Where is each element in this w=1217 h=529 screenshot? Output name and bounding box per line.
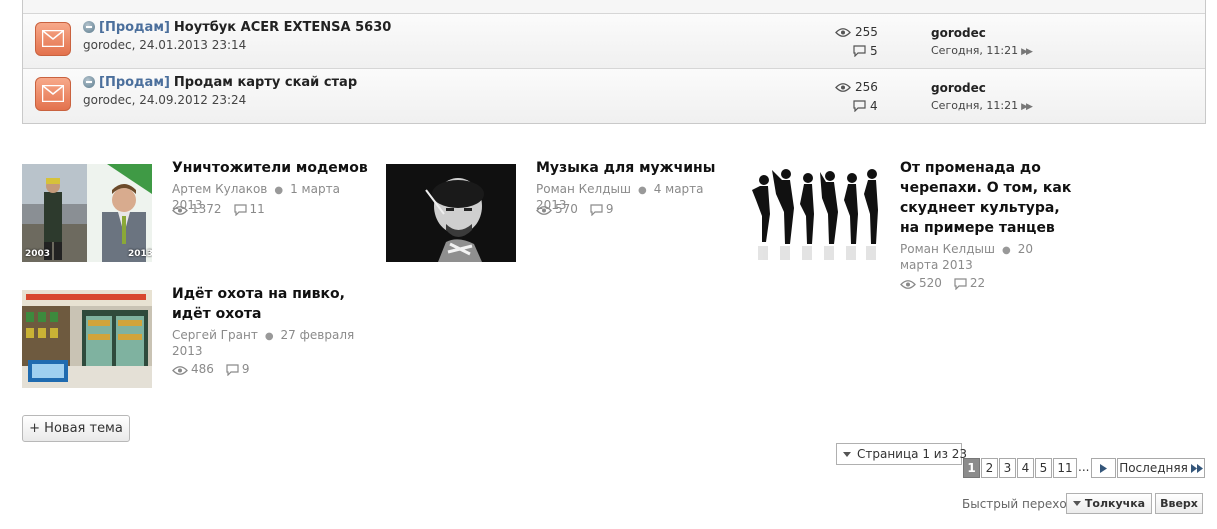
article-title-link[interactable]: Музыка для мужчины (536, 158, 736, 178)
article-author[interactable]: Сергей Грант (172, 328, 258, 342)
last-page-label: Последняя (1119, 461, 1188, 475)
article-comments[interactable]: 9 (242, 362, 250, 376)
thread-status-mail-icon (35, 77, 71, 111)
eye-icon (900, 280, 916, 289)
thread-prefix[interactable]: [Продам] (99, 20, 170, 35)
eye-icon (835, 83, 851, 92)
go-to-last-post-icon[interactable]: ▶▶ (1021, 47, 1033, 57)
article-stats: 1372 11 (172, 202, 265, 217)
eye-icon (172, 366, 188, 375)
eye-icon (172, 206, 188, 215)
article-author[interactable]: Роман Келдыш (900, 242, 995, 256)
article-title-link[interactable]: Идёт охота на пивко, идёт охота (172, 284, 372, 324)
article-thumbnail[interactable] (750, 164, 880, 262)
page-link[interactable]: 5 (1035, 458, 1052, 478)
thread-prefix[interactable]: [Продам] (99, 75, 170, 90)
article-author[interactable]: Артем Кулаков (172, 182, 267, 196)
page-link-current[interactable]: 1 (963, 458, 980, 478)
thread-replies-count: 5 (870, 44, 878, 58)
comment-icon (853, 45, 866, 58)
thread-replies: 5 (853, 44, 878, 58)
comment-icon (853, 100, 866, 113)
article-comments[interactable]: 9 (606, 202, 614, 216)
article-meta: Сергей Грант ● 27 февраля 2013 (172, 328, 355, 358)
thread-prefix-icon (83, 76, 95, 88)
thumbnail-year-right: 2013 (128, 249, 152, 259)
quick-nav-forum-button[interactable]: Толкучка (1066, 493, 1152, 514)
article-thumbnail[interactable] (22, 290, 152, 388)
thread-replies: 4 (853, 99, 878, 113)
thread-status-mail-icon (35, 22, 71, 56)
comment-icon (954, 278, 967, 291)
comment-icon (226, 364, 239, 377)
page-link[interactable]: 11 (1053, 458, 1077, 478)
triangle-right-icon (1100, 463, 1107, 473)
chevron-down-icon (843, 451, 851, 457)
quick-nav-label: Быстрый переход (962, 497, 1075, 511)
thread-author-date: gorodec, 24.09.2012 23:24 (83, 93, 247, 107)
article-thumbnail[interactable]: 2003 2013 (22, 164, 152, 262)
page-jump-dropdown[interactable]: Страница 1 из 23 (836, 443, 967, 465)
last-post-user[interactable]: gorodec (931, 81, 986, 95)
last-post-date-text: Сегодня, 11:21 (931, 44, 1019, 57)
page-jump-label: Страница 1 из 23 (857, 447, 968, 461)
thread-row[interactable]: [Продам] Продам карту скай стар gorodec, … (23, 68, 1205, 123)
article-comments[interactable]: 11 (250, 202, 265, 216)
next-page-button[interactable] (1091, 458, 1116, 478)
last-post-user[interactable]: gorodec (931, 26, 986, 40)
page-link[interactable]: 2 (981, 458, 998, 478)
thread-author-date: gorodec, 24.01.2013 23:14 (83, 38, 247, 52)
quick-nav-forum-label: Толкучка (1084, 497, 1146, 510)
article-comments[interactable]: 22 (970, 276, 985, 290)
article-meta: Роман Келдыш ● 20 марта 2013 (900, 242, 1033, 272)
article-author[interactable]: Роман Келдыш (536, 182, 631, 196)
thread-title-link[interactable]: [Продам] Ноутбук ACER EXTENSA 5630 (99, 20, 391, 35)
thread-views-count: 255 (855, 25, 878, 39)
thread-views: 255 (835, 25, 878, 39)
go-to-last-post-icon[interactable]: ▶▶ (1021, 102, 1033, 112)
article-title-link[interactable]: Уничтожители модемов (172, 158, 372, 178)
double-triangle-right-icon (1190, 463, 1203, 473)
scroll-to-top-button[interactable]: Вверх (1155, 493, 1203, 514)
last-post-date: Сегодня, 11:21 ▶▶ (931, 44, 1033, 57)
page-link[interactable]: 4 (1017, 458, 1034, 478)
article-title-link[interactable]: От променада до черепахи. О том, как ску… (900, 158, 1080, 238)
article-views: 1372 (191, 202, 222, 216)
eye-icon (835, 28, 851, 37)
last-post-date: Сегодня, 11:21 ▶▶ (931, 99, 1033, 112)
eye-icon (536, 206, 552, 215)
thread-row[interactable]: [Продам] Ноутбук ACER EXTENSA 5630 gorode… (23, 13, 1205, 68)
last-page-button[interactable]: Последняя (1117, 458, 1205, 478)
thread-list: [Продам] Ноутбук ACER EXTENSA 5630 gorode… (22, 0, 1206, 124)
thread-views-count: 256 (855, 80, 878, 94)
comment-icon (233, 204, 247, 217)
thread-title-text[interactable]: Продам карту скай стар (174, 75, 357, 90)
last-post-date-text: Сегодня, 11:21 (931, 99, 1019, 112)
article-stats: 570 9 (536, 202, 614, 217)
thread-title-link[interactable]: [Продам] Продам карту скай стар (99, 75, 357, 90)
thread-title-text[interactable]: Ноутбук ACER EXTENSA 5630 (174, 20, 391, 35)
comment-icon (590, 204, 603, 217)
article-views: 570 (555, 202, 578, 216)
thread-views: 256 (835, 80, 878, 94)
thread-replies-count: 4 (870, 99, 878, 113)
article-stats: 520 22 (900, 276, 985, 291)
article-views: 486 (191, 362, 214, 376)
pagination-ellipsis: ... (1078, 460, 1090, 474)
new-topic-button[interactable]: + Новая тема (22, 415, 130, 442)
article-thumbnail[interactable] (386, 164, 516, 262)
article-views: 520 (919, 276, 942, 290)
thumbnail-year-left: 2003 (25, 249, 51, 259)
article-stats: 486 9 (172, 362, 250, 377)
thread-prefix-icon (83, 21, 95, 33)
page-link[interactable]: 3 (999, 458, 1016, 478)
chevron-down-icon (1072, 501, 1081, 506)
